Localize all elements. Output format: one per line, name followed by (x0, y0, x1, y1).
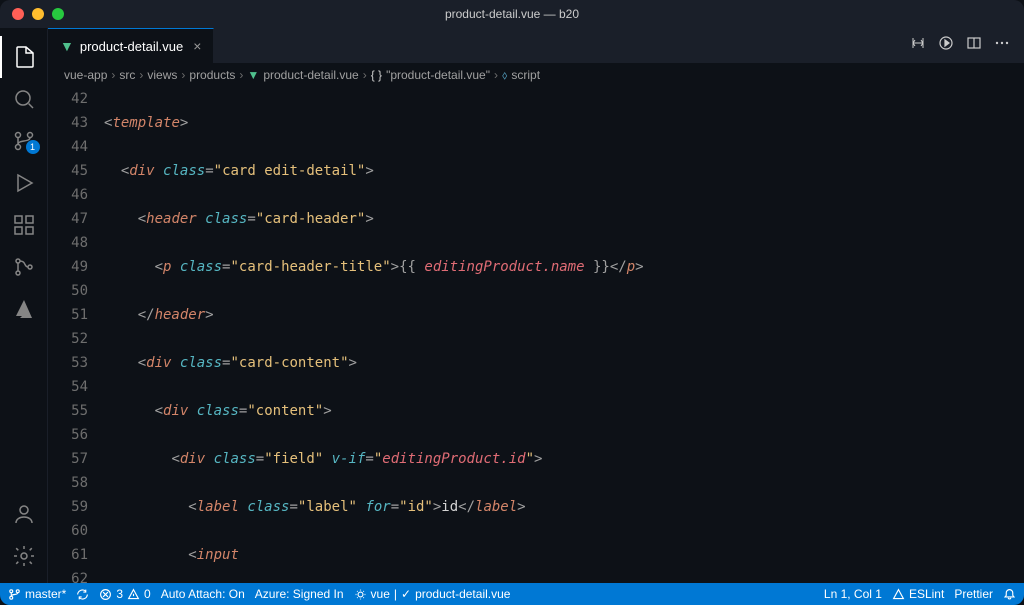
status-azure[interactable]: Azure: Signed In (255, 587, 344, 601)
explorer-icon[interactable] (0, 36, 48, 78)
status-branch[interactable]: master* (8, 587, 66, 601)
search-icon[interactable] (0, 78, 48, 120)
breadcrumb-seg[interactable]: "product-detail.vue" (386, 68, 490, 82)
code-content[interactable]: <template> <div class="card edit-detail"… (104, 87, 1024, 583)
window-maximize[interactable] (52, 8, 64, 20)
breadcrumb[interactable]: vue-app› src› views› products› ▼ product… (48, 63, 1024, 87)
accounts-icon[interactable] (0, 493, 48, 535)
statusbar: master* 3 0 Auto Attach: On Azure: Signe… (0, 583, 1024, 605)
status-vue[interactable]: vue | ✓ product-detail.vue (354, 587, 511, 601)
status-autoattach[interactable]: Auto Attach: On (161, 587, 245, 601)
source-control-icon[interactable]: 1 (0, 120, 48, 162)
run-debug-icon[interactable] (0, 162, 48, 204)
window-close[interactable] (12, 8, 24, 20)
breadcrumb-seg[interactable]: products (189, 68, 235, 82)
split-editor-icon[interactable] (966, 35, 982, 56)
azure-icon[interactable] (0, 288, 48, 330)
vue-icon: ▼ (60, 38, 74, 54)
line-gutter: 4243444546474849505152535455565758596061… (48, 87, 104, 583)
activity-bar: 1 (0, 28, 48, 583)
scm-badge: 1 (26, 140, 40, 154)
window-title: product-detail.vue — b20 (445, 7, 579, 21)
vue-file-icon: ▼ (247, 68, 259, 82)
tab-close-icon[interactable]: × (193, 38, 201, 54)
tab-bar: ▼ product-detail.vue × (48, 28, 1024, 63)
breadcrumb-seg[interactable]: vue-app (64, 68, 107, 82)
tab-product-detail[interactable]: ▼ product-detail.vue × (48, 28, 214, 63)
breadcrumb-seg[interactable]: product-detail.vue (263, 68, 358, 82)
status-sync-icon[interactable] (76, 588, 89, 601)
git-graph-icon[interactable] (0, 246, 48, 288)
breadcrumb-seg[interactable]: script (511, 68, 540, 82)
status-position[interactable]: Ln 1, Col 1 (824, 587, 882, 601)
status-problems[interactable]: 3 0 (99, 587, 150, 601)
code-editor[interactable]: 4243444546474849505152535455565758596061… (48, 87, 1024, 583)
run-icon[interactable] (938, 35, 954, 56)
brackets-icon: { } (371, 68, 382, 82)
status-bell-icon[interactable] (1003, 588, 1016, 601)
window-minimize[interactable] (32, 8, 44, 20)
status-eslint[interactable]: ESLint (892, 587, 944, 601)
compare-icon[interactable] (910, 35, 926, 56)
more-icon[interactable] (994, 35, 1010, 56)
breadcrumb-seg[interactable]: views (147, 68, 177, 82)
script-icon: ⬨ (502, 68, 507, 83)
breadcrumb-seg[interactable]: src (119, 68, 135, 82)
settings-gear-icon[interactable] (0, 535, 48, 577)
titlebar: product-detail.vue — b20 (0, 0, 1024, 28)
tab-label: product-detail.vue (80, 39, 183, 54)
extensions-icon[interactable] (0, 204, 48, 246)
status-prettier[interactable]: Prettier (954, 587, 993, 601)
